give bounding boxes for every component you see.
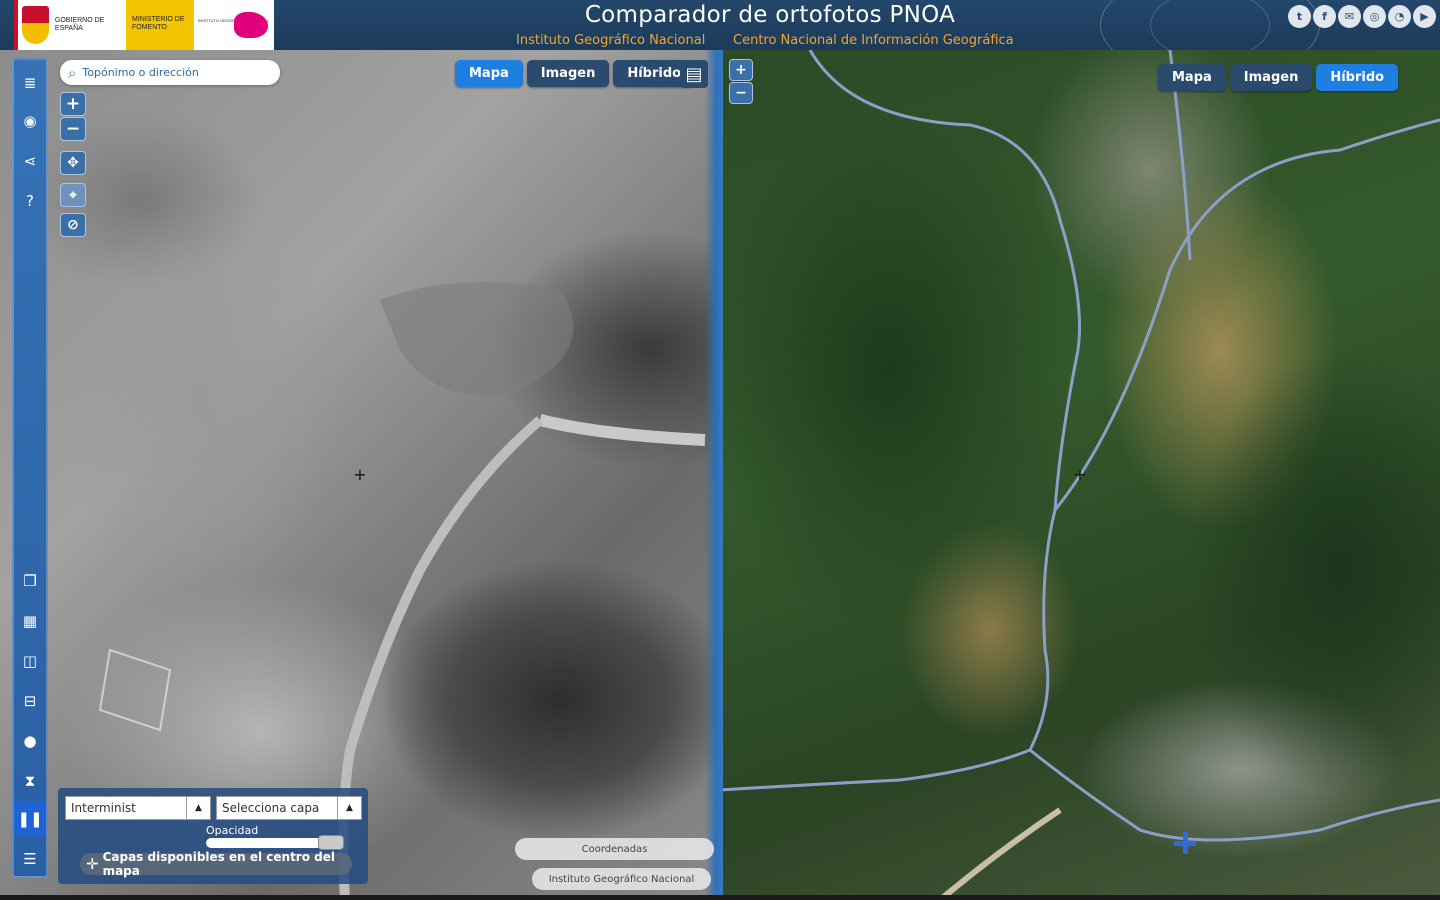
road-path — [1053, 118, 1440, 511]
map-left-historical[interactable]: + — [0, 50, 720, 900]
split-vertical-icon[interactable]: ◫ — [14, 644, 46, 678]
institute-link-ign[interactable]: Instituto Geográfico Nacional — [516, 33, 705, 48]
crosshair-icon: ✛ — [86, 855, 99, 873]
help-icon[interactable]: ? — [14, 184, 46, 218]
crosshair-icon: + — [353, 465, 367, 484]
layer-panel: Interminist ▲ Selecciona capa ▲ Opacidad… — [58, 788, 368, 884]
crosshair-icon: + — [1073, 465, 1087, 484]
basemap-switcher-right: Mapa Imagen Híbrido — [1158, 64, 1399, 91]
map-right-current[interactable]: + — [720, 50, 1440, 900]
zoom-out-button-right[interactable]: − — [729, 82, 753, 104]
available-layers-label: Capas disponibles en el centro del mapa — [102, 850, 335, 878]
instagram-icon[interactable]: ◎ — [1363, 5, 1386, 28]
rss-icon[interactable]: ◔ — [1388, 5, 1411, 28]
side-toolbar: ≣ ◉ ⋖ ? ❐ ▦ ◫ ⊟ ● ⧗ ❚❚ ☰ — [12, 58, 48, 878]
search-input[interactable] — [82, 66, 263, 79]
map-divider[interactable] — [705, 50, 723, 900]
basemap-image-button-right[interactable]: Imagen — [1229, 64, 1313, 91]
coat-of-arms-icon — [22, 6, 49, 44]
terrain-patch — [380, 282, 574, 395]
layers-toggle-icon[interactable]: ▤ — [680, 60, 708, 88]
twitter-icon[interactable]: t — [1288, 5, 1311, 28]
opacity-label: Opacidad — [206, 824, 259, 837]
zoom-in-button[interactable]: + — [60, 92, 86, 116]
logo-gobierno[interactable]: GOBIERNO DE ESPAÑA — [14, 0, 126, 50]
terrain-patch — [98, 648, 172, 732]
caret-up-icon: ▲ — [337, 797, 361, 819]
compass-icon[interactable]: ⊘ — [60, 213, 86, 237]
road-path — [720, 50, 1081, 792]
basemap-switcher-left: Mapa Imagen Híbrido — [455, 60, 696, 87]
layer-select-2[interactable]: Selecciona capa ▲ — [216, 796, 362, 820]
zoom-in-button-right[interactable]: + — [729, 59, 753, 81]
bottom-strip — [0, 895, 1440, 900]
grid-view-icon[interactable]: ▦ — [14, 604, 46, 638]
logos: GOBIERNO DE ESPAÑA MINISTERIO DE FOMENTO… — [14, 0, 274, 50]
caret-up-icon: ▲ — [186, 797, 210, 819]
app-root: GOBIERNO DE ESPAÑA MINISTERIO DE FOMENTO… — [0, 0, 1440, 900]
cnig-logo-icon — [234, 12, 268, 38]
split-horizontal-icon[interactable]: ⊟ — [14, 684, 46, 718]
basemap-map-button-right[interactable]: Mapa — [1158, 64, 1226, 91]
coordinates-button[interactable]: Coordenadas — [515, 838, 714, 860]
basemap-hybrid-button-right[interactable]: Híbrido — [1316, 64, 1399, 91]
layer-select-1-value: Interminist — [71, 801, 136, 815]
circle-lens-icon[interactable]: ● — [14, 724, 46, 758]
eye-icon[interactable]: ◉ — [14, 104, 46, 138]
logo-gobierno-text: GOBIERNO DE ESPAÑA — [54, 17, 105, 32]
road-path — [338, 416, 544, 900]
layer-select-2-value: Selecciona capa — [222, 801, 320, 815]
layers-stack-icon[interactable]: ≣ — [14, 66, 46, 100]
mail-icon[interactable]: ✉ — [1338, 5, 1361, 28]
youtube-icon[interactable]: ▶ — [1413, 5, 1436, 28]
facebook-icon[interactable]: f — [1313, 5, 1336, 28]
layer-select-1[interactable]: Interminist ▲ — [65, 796, 211, 820]
trail-path — [938, 807, 1062, 900]
institute-link-cnig[interactable]: Centro Nacional de Información Geográfic… — [733, 33, 1014, 48]
opacity-slider-handle[interactable] — [318, 835, 344, 850]
side-by-side-icon[interactable]: ❚❚ — [14, 802, 46, 836]
logo-ign[interactable]: INSTITUTO GEOGRÁFICO NACIONAL — [194, 0, 274, 50]
hourglass-icon[interactable]: ⧗ — [14, 764, 46, 798]
basemap-map-button-left[interactable]: Mapa — [455, 60, 523, 87]
header: GOBIERNO DE ESPAÑA MINISTERIO DE FOMENTO… — [0, 0, 1440, 80]
logo-ministerio[interactable]: MINISTERIO DE FOMENTO — [126, 0, 194, 50]
share-icon[interactable]: ⋖ — [14, 144, 46, 178]
basemap-image-button-left[interactable]: Imagen — [526, 60, 610, 87]
full-extent-icon[interactable]: ✥ — [60, 151, 86, 175]
road-path — [538, 414, 706, 446]
social-links: t f ✉ ◎ ◔ ▶ — [1288, 5, 1436, 28]
page-title: Comparador de ortofotos PNOA — [584, 2, 956, 28]
copy-icon[interactable]: ❐ — [14, 564, 46, 598]
geolocate-icon[interactable]: ⌖ — [60, 183, 86, 207]
road-path — [1029, 748, 1440, 842]
search-box: ⌕ — [60, 60, 280, 85]
available-layers-button[interactable]: ✛ Capas disponibles en el centro del map… — [80, 850, 352, 878]
zoom-out-button[interactable]: − — [60, 117, 86, 141]
stacked-view-icon[interactable]: ☰ — [14, 842, 46, 876]
attribution-ign[interactable]: Instituto Geográfico Nacional — [532, 868, 711, 890]
search-icon: ⌕ — [68, 63, 77, 82]
location-marker-icon[interactable] — [1174, 832, 1196, 854]
